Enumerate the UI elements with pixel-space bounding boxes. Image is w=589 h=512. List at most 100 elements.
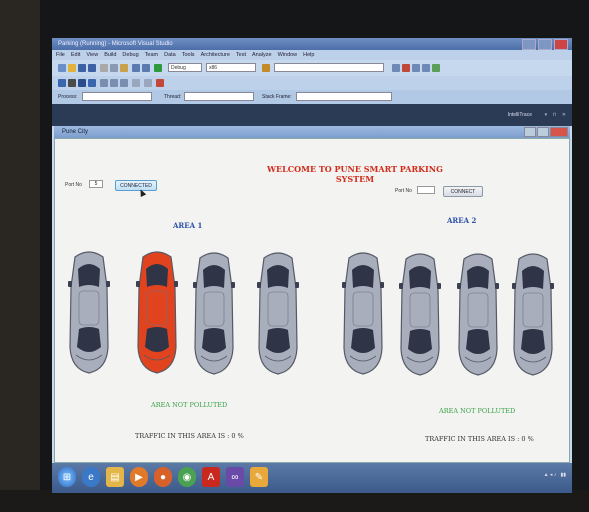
vs-debug-location-toolbar: Process: Thread: Stack Frame:: [52, 90, 572, 105]
solution-config-select[interactable]: Debug: [168, 63, 202, 72]
menu-data[interactable]: Data: [164, 50, 176, 60]
find-icon[interactable]: [262, 64, 270, 72]
area2-title: AREA 2: [447, 216, 477, 225]
area1-title: AREA 1: [173, 221, 203, 230]
undo-icon[interactable]: [132, 64, 140, 72]
monitor-bezel-bottom: [0, 490, 589, 512]
menu-view[interactable]: View: [86, 50, 98, 60]
save-all-icon[interactable]: [88, 64, 96, 72]
breakpoints-icon[interactable]: [144, 79, 152, 87]
restart-icon[interactable]: [88, 79, 96, 87]
app-window-controls: [524, 127, 568, 137]
stop-debug-icon[interactable]: [78, 79, 86, 87]
stack-frame-label: Stack Frame:: [262, 94, 292, 100]
area2-pollution-status: AREA NOT POLLUTED: [439, 407, 516, 415]
close-icon[interactable]: [554, 39, 568, 50]
app-close-icon[interactable]: [550, 127, 568, 137]
vs-window-controls: [522, 39, 568, 50]
app-title-bar: Pune City: [54, 126, 570, 138]
toolbar-icon-b[interactable]: [402, 64, 410, 72]
vs-icon[interactable]: ∞: [226, 467, 244, 487]
media-player-icon[interactable]: ▶: [130, 467, 148, 487]
vs-title-text: Parking (Running) - Microsoft Visual Stu…: [58, 41, 173, 47]
continue-icon[interactable]: [58, 79, 66, 87]
menu-debug[interactable]: Debug: [122, 50, 138, 60]
hex-icon[interactable]: [132, 79, 140, 87]
right-port-label: Port No: [395, 188, 412, 194]
menu-test[interactable]: Test: [236, 50, 246, 60]
menu-window[interactable]: Window: [278, 50, 298, 60]
redo-icon[interactable]: [142, 64, 150, 72]
area2-traffic-text: TRAFFIC IN THIS AREA IS : 0 %: [425, 435, 534, 443]
toolbar-icon-c[interactable]: [412, 64, 420, 72]
menu-architecture[interactable]: Architecture: [201, 50, 230, 60]
area1-slot-1-car: [67, 247, 111, 375]
ie-icon[interactable]: e: [82, 467, 100, 487]
minimize-icon[interactable]: [522, 39, 536, 50]
left-connect-button[interactable]: CONNECTED: [115, 180, 157, 191]
firefox-icon[interactable]: ●: [154, 467, 172, 487]
area1-slot-2-car: [135, 247, 179, 375]
find-combo[interactable]: [274, 63, 384, 72]
step-into-icon[interactable]: [100, 79, 108, 87]
step-over-icon[interactable]: [110, 79, 118, 87]
monitor-bezel: [0, 0, 40, 512]
right-connect-button[interactable]: CONNECT: [443, 186, 483, 197]
area2-slot-1-car: [341, 248, 385, 376]
taskbar: ⊞ e ▤ ▶ ● ◉ A ∞ ✎ ▲ ◂ ♪ ▮▮: [52, 463, 572, 493]
solution-platform-select[interactable]: x86: [206, 63, 256, 72]
explorer-icon[interactable]: ▤: [106, 467, 124, 487]
toolbar-icon-a[interactable]: [392, 64, 400, 72]
menu-edit[interactable]: Edit: [71, 50, 80, 60]
app-minimize-icon[interactable]: [524, 127, 536, 137]
chrome-icon[interactable]: ◉: [178, 467, 196, 487]
left-port-input[interactable]: 5: [89, 180, 103, 188]
vs-standard-toolbar: Debug x86: [52, 60, 572, 77]
monitor-photo: Parking (Running) - Microsoft Visual Stu…: [0, 0, 589, 512]
copy-icon[interactable]: [110, 64, 118, 72]
menu-help[interactable]: Help: [303, 50, 314, 60]
new-project-icon[interactable]: [58, 64, 66, 72]
menu-file[interactable]: File: [56, 50, 65, 60]
maximize-icon[interactable]: [538, 39, 552, 50]
app-window-title: Pune City: [62, 129, 89, 135]
menu-tools[interactable]: Tools: [182, 50, 195, 60]
vs-document-area: IntelliTrace ▾ ⊓ ✕: [52, 104, 572, 126]
system-tray[interactable]: ▲ ◂ ♪ ▮▮: [544, 472, 566, 478]
vs-debug-toolbar: [52, 76, 572, 91]
save-icon[interactable]: [78, 64, 86, 72]
open-icon[interactable]: [68, 64, 76, 72]
menu-analyze[interactable]: Analyze: [252, 50, 272, 60]
stack-frame-select[interactable]: [296, 92, 392, 101]
menu-build[interactable]: Build: [104, 50, 116, 60]
cut-icon[interactable]: [100, 64, 108, 72]
app-form: WELCOME TO PUNE SMART PARKING SYSTEM Por…: [54, 138, 570, 463]
thread-select[interactable]: [184, 92, 254, 101]
area2-slot-2-car: [398, 249, 442, 377]
area1-traffic-text: TRAFFIC IN THIS AREA IS : 0 %: [135, 432, 244, 440]
menu-team[interactable]: Team: [145, 50, 158, 60]
area2-slot-3-car: [456, 249, 500, 377]
area1-slot-3-car: [192, 248, 236, 376]
screen: Parking (Running) - Microsoft Visual Stu…: [52, 38, 572, 493]
left-port-label: Port No: [65, 182, 82, 188]
step-out-icon[interactable]: [120, 79, 128, 87]
process-label: Process:: [58, 94, 78, 100]
start-debug-icon[interactable]: [154, 64, 162, 72]
right-port-input[interactable]: [417, 186, 435, 194]
process-select[interactable]: [82, 92, 152, 101]
intellitrace-tab[interactable]: IntelliTrace: [508, 112, 532, 118]
paste-icon[interactable]: [120, 64, 128, 72]
acrobat-icon[interactable]: A: [202, 467, 220, 487]
pause-icon[interactable]: [68, 79, 76, 87]
paint-icon[interactable]: ✎: [250, 467, 268, 487]
welcome-heading: WELCOME TO PUNE SMART PARKING SYSTEM: [267, 164, 443, 184]
panel-controls[interactable]: ▾ ⊓ ✕: [545, 112, 568, 118]
toolbar-icon-d[interactable]: [422, 64, 430, 72]
vs-title-bar: Parking (Running) - Microsoft Visual Stu…: [52, 38, 572, 50]
area1-pollution-status: AREA NOT POLLUTED: [151, 401, 228, 409]
app-maximize-icon[interactable]: [537, 127, 549, 137]
exception-icon[interactable]: [156, 79, 164, 87]
toolbar-icon-e[interactable]: [432, 64, 440, 72]
start-orb-icon[interactable]: ⊞: [58, 467, 76, 487]
